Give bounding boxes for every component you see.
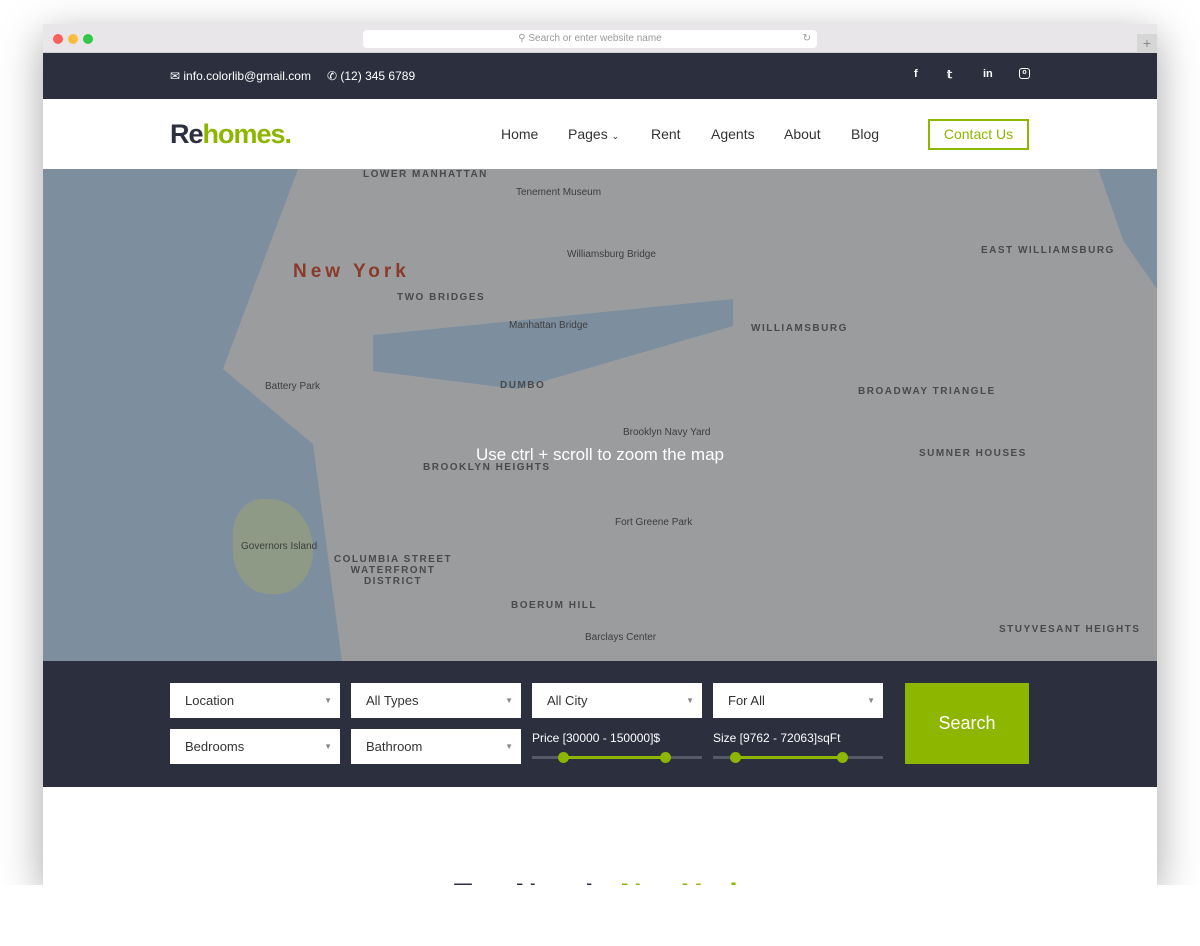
search-button[interactable]: Search bbox=[905, 683, 1029, 764]
chevron-down-icon: ▼ bbox=[505, 683, 513, 718]
map-label: COLUMBIA STREET WATERFRONT DISTRICT bbox=[333, 554, 453, 587]
select-value: For All bbox=[728, 693, 765, 708]
top-bar: ✉ info.colorlib@gmail.com ✆ (12) 345 678… bbox=[43, 53, 1157, 99]
envelope-icon: ✉ bbox=[170, 69, 183, 83]
contact-us-button[interactable]: Contact Us bbox=[928, 119, 1029, 150]
map-label: WILLIAMSBURG bbox=[751, 323, 848, 334]
location-select[interactable]: Location ▼ bbox=[170, 683, 340, 718]
status-select[interactable]: For All ▼ bbox=[713, 683, 883, 718]
map-water bbox=[373, 299, 733, 389]
map-label: Governors Island bbox=[241, 541, 317, 552]
twitter-icon[interactable]: 𝕥 bbox=[947, 68, 952, 81]
type-select[interactable]: All Types ▼ bbox=[351, 683, 521, 718]
size-slider[interactable] bbox=[713, 756, 883, 759]
nav-blog[interactable]: Blog bbox=[851, 126, 879, 142]
map[interactable]: New York LOWER MANHATTAN TWO BRIDGES DUM… bbox=[43, 169, 1157, 661]
phone-link[interactable]: ✆ (12) 345 6789 bbox=[327, 69, 415, 83]
nav-pages[interactable]: Pages ⌄ bbox=[568, 126, 619, 142]
logo-part: homes. bbox=[203, 119, 292, 149]
map-water bbox=[1073, 169, 1157, 289]
select-value: All Types bbox=[366, 693, 419, 708]
map-label: Fort Greene Park bbox=[615, 517, 692, 528]
email-text: info.colorlib@gmail.com bbox=[183, 69, 311, 83]
bathroom-select[interactable]: Bathroom ▼ bbox=[351, 729, 521, 764]
price-label: Price [30000 - 150000]$ bbox=[532, 731, 660, 745]
map-label: Tenement Museum bbox=[516, 187, 601, 198]
email-link[interactable]: ✉ info.colorlib@gmail.com bbox=[170, 69, 311, 83]
map-label: BROADWAY TRIANGLE bbox=[858, 386, 996, 397]
size-max-handle[interactable] bbox=[837, 752, 848, 763]
close-button[interactable] bbox=[53, 34, 63, 44]
map-label: Brooklyn Navy Yard bbox=[623, 427, 710, 438]
city-select[interactable]: All City ▼ bbox=[532, 683, 702, 718]
price-max-handle[interactable] bbox=[660, 752, 671, 763]
facebook-icon[interactable]: f bbox=[914, 68, 918, 80]
logo[interactable]: Rehomes. bbox=[170, 119, 291, 150]
price-fill bbox=[563, 756, 665, 759]
nav-home[interactable]: Home bbox=[501, 126, 538, 142]
size-fill bbox=[735, 756, 842, 759]
nav-agents[interactable]: Agents bbox=[711, 126, 755, 142]
map-label: LOWER MANHATTAN bbox=[363, 169, 488, 180]
chevron-down-icon: ▼ bbox=[867, 683, 875, 718]
main-nav: Rehomes. Home Pages ⌄ Rent Agents About … bbox=[43, 99, 1157, 169]
linkedin-icon[interactable]: in bbox=[983, 68, 993, 80]
phone-icon: ✆ bbox=[327, 69, 340, 83]
select-value: Bathroom bbox=[366, 739, 422, 754]
address-placeholder: Search or enter website name bbox=[528, 33, 661, 44]
minimize-button[interactable] bbox=[68, 34, 78, 44]
chevron-down-icon: ▼ bbox=[505, 729, 513, 764]
search-icon: ⚲ bbox=[518, 33, 528, 44]
size-min-handle[interactable] bbox=[730, 752, 741, 763]
instagram-icon[interactable]: o bbox=[1019, 68, 1030, 79]
chevron-down-icon: ▼ bbox=[686, 683, 694, 718]
map-label: EAST WILLIAMSBURG bbox=[981, 245, 1115, 256]
size-label: Size [9762 - 72063]sqFt bbox=[713, 731, 840, 745]
maximize-button[interactable] bbox=[83, 34, 93, 44]
browser-window: ⚲ Search or enter website name↻ + ✉ info… bbox=[43, 24, 1157, 885]
nav-pages-label: Pages bbox=[568, 126, 608, 142]
select-value: All City bbox=[547, 693, 587, 708]
price-min-handle[interactable] bbox=[558, 752, 569, 763]
page-background bbox=[0, 885, 1200, 946]
nav-about[interactable]: About bbox=[784, 126, 821, 142]
bedrooms-select[interactable]: Bedrooms ▼ bbox=[170, 729, 340, 764]
map-label: Battery Park bbox=[265, 381, 320, 392]
chevron-down-icon: ▼ bbox=[324, 729, 332, 764]
map-label: STUYVESANT HEIGHTS bbox=[999, 624, 1140, 635]
chevron-down-icon: ▼ bbox=[324, 683, 332, 718]
map-zoom-hint: Use ctrl + scroll to zoom the map bbox=[43, 445, 1157, 465]
map-water bbox=[43, 169, 343, 661]
price-slider[interactable] bbox=[532, 756, 702, 759]
reload-icon[interactable]: ↻ bbox=[803, 30, 811, 48]
browser-titlebar: ⚲ Search or enter website name ↻ + bbox=[43, 24, 1157, 53]
map-label: Barclays Center bbox=[585, 632, 656, 643]
map-label: DUMBO bbox=[500, 380, 545, 391]
map-label: BOERUM HILL bbox=[511, 600, 597, 611]
map-label: Manhattan Bridge bbox=[509, 320, 588, 331]
map-label: New York bbox=[293, 261, 410, 283]
map-label: TWO BRIDGES bbox=[397, 292, 485, 303]
chevron-down-icon: ⌄ bbox=[612, 131, 620, 141]
map-label: Williamsburg Bridge bbox=[567, 249, 656, 260]
search-panel: Location▼ All Types▼ All City▼ For All▼ … bbox=[43, 661, 1157, 787]
address-bar[interactable]: ⚲ Search or enter website name ↻ bbox=[363, 30, 817, 48]
nav-rent[interactable]: Rent bbox=[651, 126, 681, 142]
select-value: Location bbox=[185, 693, 234, 708]
select-value: Bedrooms bbox=[185, 739, 244, 754]
new-tab-button[interactable]: + bbox=[1137, 34, 1157, 53]
phone-text: (12) 345 6789 bbox=[340, 69, 415, 83]
logo-part: Re bbox=[170, 119, 203, 149]
